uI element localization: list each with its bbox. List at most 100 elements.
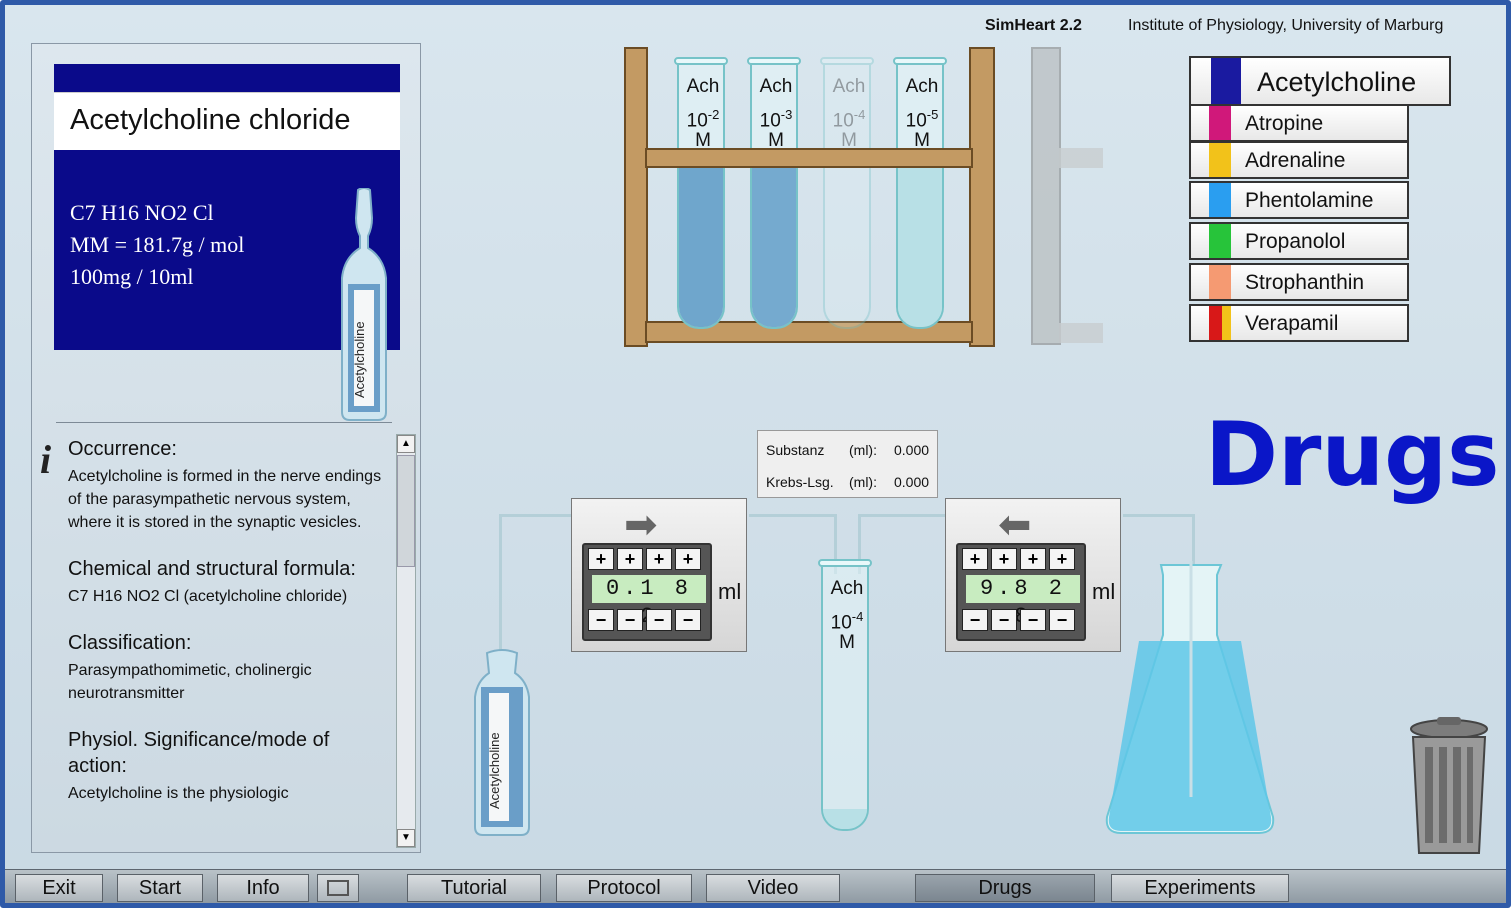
krebs-pump: ⬅ + + + + 9.8 2 8 − − − − ml bbox=[945, 498, 1121, 652]
drug-label: Strophanthin bbox=[1245, 271, 1365, 294]
drug-label: Adrenaline bbox=[1245, 149, 1346, 172]
decrement-button[interactable]: − bbox=[675, 609, 701, 631]
increment-button[interactable]: + bbox=[617, 548, 643, 570]
taskbar: Exit Start Info Tutorial Protocol Video … bbox=[5, 869, 1506, 903]
tab-tutorial[interactable]: Tutorial bbox=[407, 874, 541, 902]
arrow-left-icon: ⬅ bbox=[998, 503, 1032, 547]
scroll-up-button[interactable]: ▲ bbox=[397, 435, 415, 453]
drug-label: Acetylcholine bbox=[1257, 67, 1417, 97]
tube-name: Ach bbox=[759, 76, 793, 97]
divider bbox=[56, 422, 392, 423]
decrement-button[interactable]: − bbox=[962, 609, 988, 631]
pump-keypad: + + + + 9.8 2 8 − − − − bbox=[956, 543, 1086, 641]
scroll-down-button[interactable]: ▼ bbox=[397, 829, 415, 847]
drug-label: Phentolamine bbox=[1245, 189, 1374, 212]
section-body: Acetylcholine is the physiologic bbox=[68, 785, 289, 802]
increment-button[interactable]: + bbox=[1049, 548, 1075, 570]
tube-exponent: -5 bbox=[926, 107, 939, 122]
substanz-label: Substanz bbox=[766, 442, 825, 458]
tab-experiments[interactable]: Experiments bbox=[1111, 874, 1289, 902]
section-body: Parasympathomimetic, cholinergic neurotr… bbox=[68, 662, 312, 702]
drug-color-swatch bbox=[1211, 58, 1241, 104]
drug-card-title: Acetylcholine chloride bbox=[70, 104, 351, 136]
increment-button[interactable]: + bbox=[588, 548, 614, 570]
drug-info-panel: Acetylcholine chloride C7 H16 NO2 Cl MM … bbox=[31, 43, 421, 853]
scrollbar[interactable]: ▲ ▼ bbox=[396, 434, 416, 848]
drug-color-swatch bbox=[1209, 265, 1231, 299]
decrement-button[interactable]: − bbox=[588, 609, 614, 631]
formula-line: MM = 181.7g / mol bbox=[70, 232, 245, 257]
pump-unit: ml bbox=[718, 579, 742, 604]
increment-button[interactable]: + bbox=[675, 548, 701, 570]
decrement-button[interactable]: − bbox=[646, 609, 672, 631]
volume-readout: Substanz (ml): 0.000 Krebs-Lsg. (ml): 0.… bbox=[757, 430, 938, 498]
tube-name: Ach bbox=[830, 578, 864, 599]
drug-item-adrenaline[interactable]: Adrenaline bbox=[1189, 141, 1409, 179]
drug-color-swatch bbox=[1209, 183, 1231, 217]
tab-info[interactable]: Info bbox=[217, 874, 309, 902]
tab-drugs[interactable]: Drugs bbox=[915, 874, 1095, 902]
drug-item-verapamil[interactable]: Verapamil bbox=[1189, 304, 1409, 342]
mix-tube[interactable]: Ach 10-4 M bbox=[818, 559, 872, 831]
increment-button[interactable]: + bbox=[1020, 548, 1046, 570]
tab-protocol[interactable]: Protocol bbox=[556, 874, 692, 902]
trash-icon[interactable] bbox=[1407, 717, 1491, 862]
drug-selected[interactable]: Acetylcholine bbox=[1189, 56, 1451, 106]
substance-pump: ➡ + + + + 0.1 8 2 − − − − ml bbox=[571, 498, 747, 652]
decrement-button[interactable]: − bbox=[1049, 609, 1075, 631]
substanz-value: 0.000 bbox=[894, 442, 930, 458]
drug-label: Atropine bbox=[1245, 112, 1324, 135]
unit-label: (ml): bbox=[849, 474, 877, 490]
arrow-right-icon: ➡ bbox=[624, 503, 658, 547]
tube-name: Ach bbox=[686, 76, 720, 97]
drug-color-swatch bbox=[1209, 143, 1231, 177]
tab-exit[interactable]: Exit bbox=[15, 874, 103, 902]
pump-keypad: + + + + 0.1 8 2 − − − − bbox=[582, 543, 712, 641]
formula-line: 100mg / 10ml bbox=[70, 264, 194, 289]
decrement-button[interactable]: − bbox=[991, 609, 1017, 631]
rack-tube[interactable]: Ach 10-5 M bbox=[893, 57, 947, 329]
page-title: Drugs bbox=[1205, 403, 1500, 506]
increment-button[interactable]: + bbox=[991, 548, 1017, 570]
drug-item-phentolamine[interactable]: Phentolamine bbox=[1189, 181, 1409, 219]
rack-crossbar bbox=[645, 148, 973, 168]
tube-exponent: -4 bbox=[853, 107, 866, 122]
drug-color-swatch bbox=[1209, 224, 1231, 258]
unit-label: (ml): bbox=[849, 442, 877, 458]
section-heading: Occurrence: bbox=[68, 438, 177, 460]
drug-item-propanolol[interactable]: Propanolol bbox=[1189, 222, 1409, 260]
tab-start[interactable]: Start bbox=[117, 874, 203, 902]
tube-name: Ach bbox=[905, 76, 939, 97]
drug-item-strophanthin[interactable]: Strophanthin bbox=[1189, 263, 1409, 301]
rack-tube-empty[interactable]: Ach 10-4 M bbox=[820, 57, 874, 329]
drug-item-atropine[interactable]: Atropine bbox=[1189, 104, 1409, 142]
flask[interactable] bbox=[1105, 561, 1275, 840]
pump-display: 0.1 8 2 bbox=[592, 575, 706, 629]
section-heading: Chemical and structural formula: bbox=[68, 558, 356, 580]
increment-button[interactable]: + bbox=[646, 548, 672, 570]
krebs-value: 0.000 bbox=[894, 474, 930, 490]
decrement-button[interactable]: − bbox=[617, 609, 643, 631]
window-icon bbox=[327, 880, 349, 896]
info-icon: i bbox=[40, 437, 52, 482]
section-body: Acetylcholine is formed in the nerve end… bbox=[68, 468, 382, 531]
ampoule-image: Acetylcholine bbox=[334, 187, 394, 427]
app-window: SimHeart 2.2 Institute of Physiology, Un… bbox=[0, 0, 1511, 908]
tab-video[interactable]: Video bbox=[706, 874, 840, 902]
rack-tube[interactable]: Ach 10-2 M bbox=[674, 57, 728, 329]
decrement-button[interactable]: − bbox=[1020, 609, 1046, 631]
scroll-thumb[interactable] bbox=[397, 455, 415, 567]
drug-card: Acetylcholine chloride C7 H16 NO2 Cl MM … bbox=[54, 64, 400, 421]
app-title: SimHeart 2.2 bbox=[985, 17, 1082, 34]
institution-label: Institute of Physiology, University of M… bbox=[1128, 17, 1444, 34]
drug-color-swatch bbox=[1209, 106, 1231, 140]
section-heading: Classification: bbox=[68, 632, 192, 654]
formula-line: C7 H16 NO2 Cl bbox=[70, 200, 214, 225]
acetylcholine-bottle[interactable]: Acetylcholine bbox=[471, 647, 533, 842]
window-toggle-button[interactable] bbox=[317, 874, 359, 902]
rack-tube[interactable]: Ach 10-3 M bbox=[747, 57, 801, 329]
increment-button[interactable]: + bbox=[962, 548, 988, 570]
rack-post bbox=[624, 47, 648, 347]
bottle-label: Acetylcholine bbox=[487, 732, 502, 809]
drug-label: Verapamil bbox=[1245, 312, 1339, 335]
